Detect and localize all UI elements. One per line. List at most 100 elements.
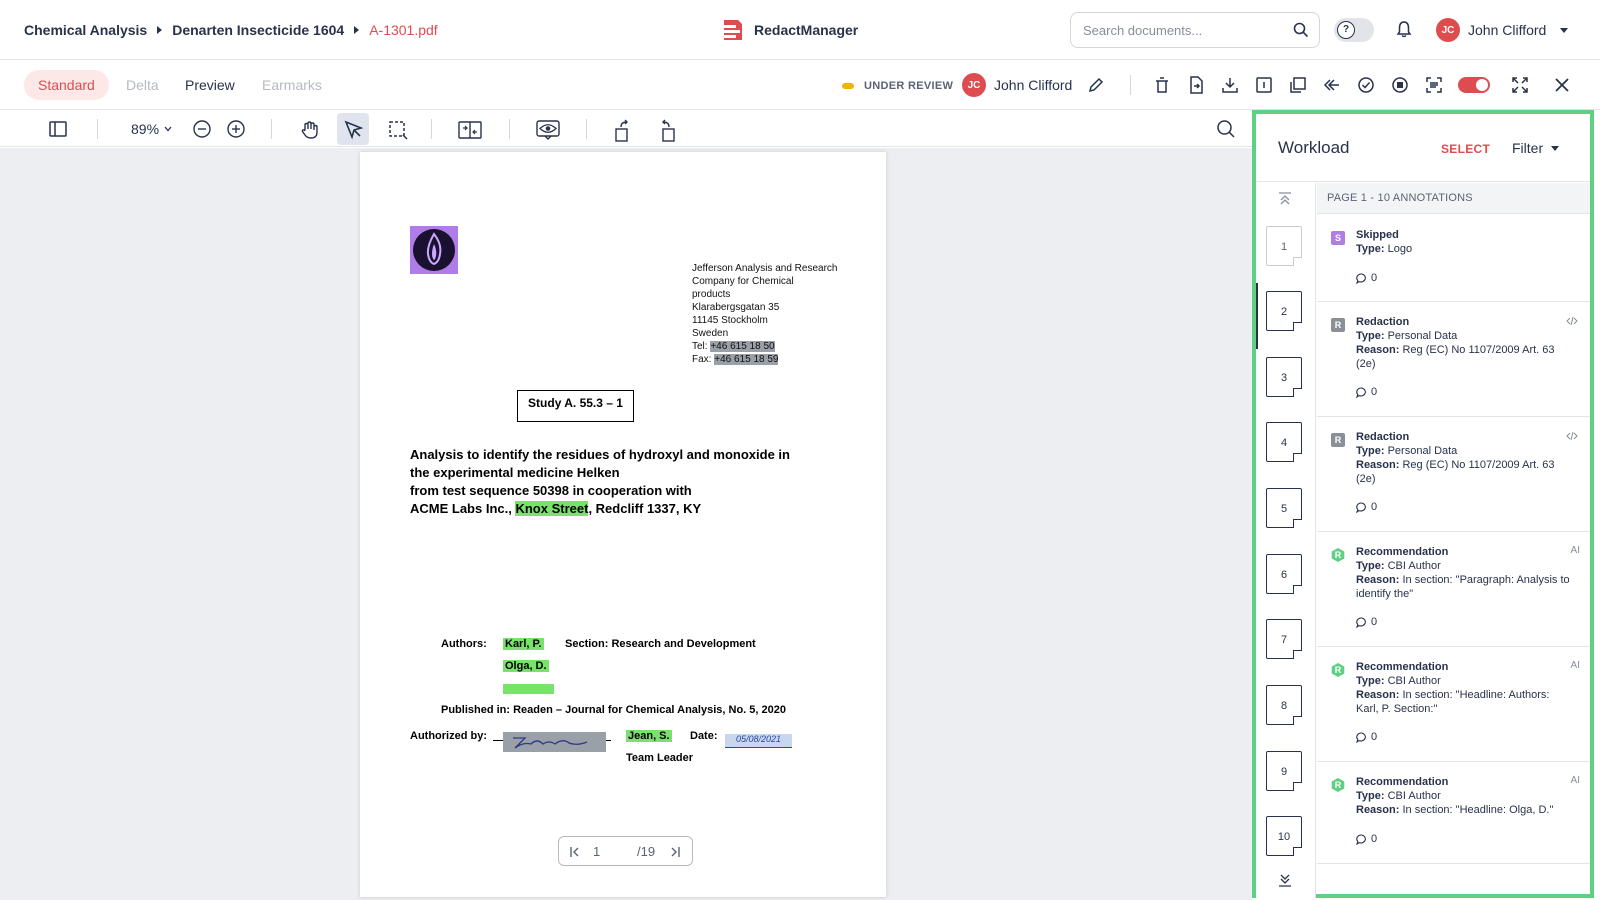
empty-author-highlight[interactable] [503,684,554,694]
page-thumbnail[interactable]: 10 [1266,816,1302,856]
document-viewer[interactable]: Jefferson Analysis and Research Company … [0,148,1252,900]
select-button[interactable]: SELECT [1441,142,1490,156]
fax-redaction[interactable]: +46 615 18 59 [714,354,779,365]
annotation-card[interactable]: R Redaction Type: Personal Data Reason: … [1317,417,1590,532]
assignee-name: John Clifford [994,77,1073,93]
search-icon[interactable] [1293,22,1309,38]
search-input[interactable]: Search documents... [1070,12,1320,48]
annotation-comments[interactable]: 0 [1356,616,1377,628]
pdf-page[interactable]: Jefferson Analysis and Research Company … [360,152,886,897]
download-icon[interactable] [1220,75,1240,95]
page-thumbnail[interactable]: 9 [1266,751,1302,791]
scroll-to-top-icon[interactable] [1278,192,1292,206]
author-highlight-olga[interactable]: Olga, D. [503,660,549,672]
page-thumbnail[interactable]: 8 [1266,685,1302,725]
annotation-card[interactable]: R AI Recommendation Type: CBI Author Rea… [1317,532,1590,647]
tab-standard[interactable]: Standard [24,70,109,100]
scroll-to-bottom-icon[interactable] [1278,873,1292,887]
annotation-name: Recommendation [1356,776,1449,788]
tab-earmarks[interactable]: Earmarks [248,70,336,100]
annotation-type: CBI Author [1387,790,1441,802]
tab-preview[interactable]: Preview [171,70,249,100]
undo-all-icon[interactable] [1322,75,1342,95]
annotation-body: Recommendation Type: CBI Author Reason: … [1356,775,1574,817]
copy-pages-icon[interactable] [1288,75,1308,95]
redaction-badge-icon: R [1331,433,1345,447]
tab-delta[interactable]: Delta [112,70,173,100]
signature-redaction[interactable] [503,732,606,752]
annotation-card[interactable]: R AI Recommendation Type: CBI Author Rea… [1317,762,1590,864]
sender-address: Jefferson Analysis and Research Company … [692,262,852,366]
edit-assignee-pencil-icon[interactable] [1086,75,1106,95]
rotate-left-icon[interactable] [612,119,634,143]
help-mode-toggle[interactable]: ? [1334,18,1374,42]
toolbar-divider [509,119,510,139]
stop-review-icon[interactable] [1390,75,1410,95]
address-line: Klarabergsgatan 35 [692,302,780,313]
compare-pages-icon[interactable] [457,119,483,141]
annotation-type-label: Type: [1356,560,1385,572]
page-thumbnail[interactable]: 1 [1266,226,1302,266]
breadcrumb-item-file[interactable]: A-1301.pdf [369,22,438,38]
first-page-icon[interactable] [569,845,581,859]
pan-hand-icon[interactable] [299,119,321,141]
toggle-sidebar-icon[interactable] [48,119,68,139]
assignee[interactable]: JC John Clifford [962,73,1072,97]
user-menu[interactable]: JC John Clifford [1436,18,1569,42]
zoom-out-icon[interactable] [192,119,212,139]
annotation-card[interactable]: R Redaction Type: Personal Data Reason: … [1317,302,1590,417]
search-document-icon[interactable] [1216,119,1236,139]
signer-highlight[interactable]: Jean, S. [626,730,672,742]
address-recommendation-highlight[interactable]: Knox Street [515,501,589,516]
page-fold-icon [1293,716,1302,725]
rotate-right-icon[interactable] [656,119,678,143]
page-thumbnail[interactable]: 2 [1266,291,1302,331]
page-fold-icon [1293,388,1302,397]
zoom-select[interactable]: 89% [131,121,173,137]
annotation-comments[interactable]: 0 [1356,501,1377,513]
page-thumbnail[interactable]: 4 [1266,422,1302,462]
page-thumbnail-number: 7 [1280,634,1288,646]
page-number-input[interactable]: 1 [593,844,600,859]
zoom-in-icon[interactable] [226,119,246,139]
page-fold-icon [1293,650,1302,659]
date-highlight[interactable]: 05/08/2021 [725,734,792,748]
toolbar-divider [431,119,432,139]
page-thumbnail[interactable]: 5 [1266,488,1302,528]
approve-check-icon[interactable] [1356,75,1376,95]
annotation-body: Recommendation Type: CBI Author Reason: … [1356,660,1574,716]
area-select-icon[interactable] [387,119,409,141]
breadcrumb-item-dossier[interactable]: Denarten Insecticide 1604 [172,22,344,38]
annotation-comments[interactable]: 0 [1356,386,1377,398]
annotation-comments[interactable]: 0 [1356,833,1377,845]
export-file-icon[interactable] [1186,75,1206,95]
annotation-card[interactable]: S Skipped Type: Logo 0 [1317,215,1590,302]
tel-redaction[interactable]: +46 615 18 50 [710,341,775,352]
toggle-annotations-eye-icon[interactable] [535,119,561,141]
app-brand[interactable]: RedactManager [718,16,858,44]
breadcrumb-item-project[interactable]: Chemical Analysis [24,22,147,38]
last-page-icon[interactable] [669,845,681,859]
notifications-bell-icon[interactable] [1396,20,1412,38]
page-thumbnail[interactable]: 7 [1266,619,1302,659]
redaction-preview-toggle[interactable] [1458,77,1490,93]
status-dot-icon [842,83,854,89]
page-fold-icon [1293,847,1302,856]
filter-dropdown[interactable]: Filter [1512,140,1560,156]
select-cursor-icon[interactable] [343,119,365,141]
app-logo-icon [720,20,742,40]
annotation-comments[interactable]: 0 [1356,272,1377,284]
delete-icon[interactable] [1152,75,1172,95]
annotation-card[interactable]: R AI Recommendation Type: CBI Author Rea… [1317,647,1590,762]
page-thumbnail[interactable]: 6 [1266,554,1302,594]
company-logo[interactable] [410,226,458,274]
annotation-comments[interactable]: 0 [1356,731,1377,743]
ocr-scan-icon[interactable] [1424,75,1444,95]
author-highlight-karl[interactable]: Karl, P. [503,638,544,650]
document-info-icon[interactable] [1254,75,1274,95]
fullscreen-icon[interactable] [1510,75,1530,95]
page-thumbnail[interactable]: 3 [1266,357,1302,397]
annotation-name: Recommendation [1356,546,1449,558]
annotation-type: Personal Data [1387,330,1458,342]
close-icon[interactable] [1552,75,1572,95]
